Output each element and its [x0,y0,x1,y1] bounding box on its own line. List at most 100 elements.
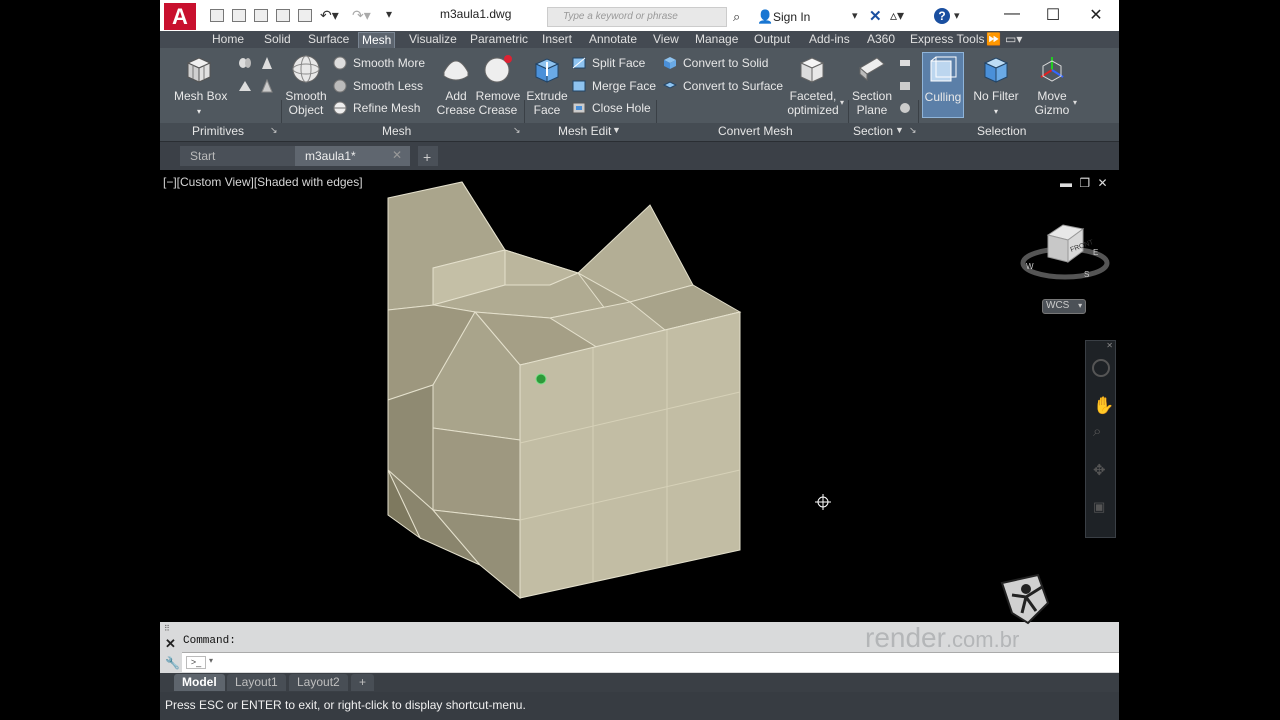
panel-title-convert-mesh[interactable]: Convert Mesh [718,124,793,138]
wcs-dropdown-icon[interactable]: ▾ [1078,301,1082,310]
section-plane-button[interactable]: Section Plane [847,89,897,117]
tab-solid[interactable]: Solid [261,32,294,46]
faceted-optimized-button[interactable]: Faceted, optimized [783,89,843,117]
sign-in-dropdown-icon[interactable]: ▾ [852,9,858,22]
selection-grip[interactable] [535,373,547,385]
plot-icon[interactable] [298,9,312,22]
merge-face-button[interactable]: Merge Face [592,79,656,93]
move-gizmo-dropdown-icon[interactable]: ▾ [1073,98,1077,107]
file-tab-start[interactable]: Start [180,146,295,166]
add-jog-icon[interactable] [898,79,912,93]
tab-output[interactable]: Output [751,32,793,46]
no-filter-button[interactable]: No Filter ▾ [970,89,1022,119]
tab-a360[interactable]: A360 [864,32,898,46]
tab-home[interactable]: Home [209,32,247,46]
no-filter-dropdown-icon[interactable]: ▾ [994,107,998,116]
mesh-pyramid-icon[interactable] [260,79,274,93]
layout-tab-model[interactable]: Model [174,674,225,691]
viewcube[interactable] [1018,215,1113,290]
binoculars-icon[interactable]: ⌕ [733,9,740,25]
redo-icon[interactable]: ↷▾ [352,7,371,24]
tab-surface[interactable]: Surface [305,32,352,46]
remove-crease-button[interactable]: Remove Crease [473,89,523,117]
more-tabs-icon[interactable]: ⏩ [986,32,1001,46]
viewcube-left-face[interactable] [1047,234,1069,263]
exchange-icon[interactable]: ✕ [869,7,882,25]
panel-title-primitives[interactable]: Primitives [192,124,244,138]
panel-title-mesh[interactable]: Mesh [382,124,411,138]
save-as-icon[interactable] [276,9,290,22]
mesh-model[interactable] [160,170,1119,622]
autodesk-app-icon[interactable]: ▵▾ [890,7,904,24]
command-input[interactable]: >_ ▾ [182,652,1119,672]
layout-tab-layout1[interactable]: Layout1 [227,674,286,691]
file-tab-document[interactable]: m3aula1* ✕ [295,146,410,166]
help-dropdown-icon[interactable]: ▾ [954,9,960,22]
tab-annotate[interactable]: Annotate [586,32,640,46]
window-minimize-button[interactable]: — [997,5,1027,23]
mesh-edit-dropdown-icon[interactable]: ▼ [612,125,621,135]
window-maximize-button[interactable]: ☐ [1038,5,1068,25]
steering-wheel-icon[interactable] [1092,359,1110,377]
move-gizmo-button[interactable]: Move Gizmo [1027,89,1077,117]
extrude-face-button[interactable]: Extrude Face [522,89,572,117]
mesh-cylinder-icon[interactable] [238,56,252,70]
tab-parametric[interactable]: Parametric [467,32,531,46]
smooth-object-button[interactable]: Smooth Object [278,89,334,117]
compass-e[interactable]: E [1093,248,1098,257]
tab-manage[interactable]: Manage [692,32,741,46]
close-hole-button[interactable]: Close Hole [592,101,651,115]
new-layout-button[interactable]: + [351,674,375,691]
convert-to-surface-button[interactable]: Convert to Surface [683,79,783,93]
new-file-tab-button[interactable]: + [418,146,438,166]
drawing-viewport[interactable]: [−][Custom View][Shaded with edges] ▬ ❐ … [160,170,1119,622]
help-icon[interactable]: ? [934,8,950,24]
panel-title-mesh-edit[interactable]: Mesh Edit [558,124,611,138]
file-tab-close-icon[interactable]: ✕ [392,148,402,162]
panel-title-section[interactable]: Section [853,124,893,138]
app-logo[interactable]: A [164,3,196,30]
tab-express-tools[interactable]: Express Tools [907,32,987,46]
section-dropdown-icon[interactable]: ▼ [895,125,904,135]
panel-title-selection[interactable]: Selection [977,124,1026,138]
mesh-box-dropdown-icon[interactable]: ▾ [197,107,201,116]
zoom-icon[interactable]: ⌕ [1093,423,1101,440]
faceted-dropdown-icon[interactable]: ▾ [840,98,844,107]
command-grip-icon[interactable]: ⠿ [164,624,170,633]
convert-to-solid-button[interactable]: Convert to Solid [683,56,768,70]
search-input[interactable]: Type a keyword or phrase [547,7,727,27]
orbit-icon[interactable]: ✥ [1093,461,1106,479]
smooth-more-button[interactable]: Smooth More [353,56,425,70]
open-icon[interactable] [232,9,246,22]
tab-visualize[interactable]: Visualize [406,32,460,46]
sign-in-button[interactable]: Sign In [773,10,810,24]
tab-mesh[interactable]: Mesh [358,32,396,48]
layout-tab-layout2[interactable]: Layout2 [289,674,348,691]
compass-s[interactable]: S [1084,270,1089,279]
mesh-box-button[interactable]: Mesh Box ▾ [174,89,227,119]
refine-mesh-button[interactable]: Refine Mesh [353,101,420,115]
smooth-less-button[interactable]: Smooth Less [353,79,423,93]
undo-icon[interactable]: ↶▾ [320,7,339,24]
mesh-cone-icon[interactable] [260,56,274,70]
navbar-close-icon[interactable]: ✕ [1106,341,1113,350]
culling-button[interactable]: Culling [922,52,964,118]
section-settings-icon[interactable] [898,101,912,115]
ribbon-display-toggle-icon[interactable]: ▭▾ [1005,32,1022,46]
pan-icon[interactable]: ✋ [1093,396,1114,416]
new-icon[interactable] [210,9,224,22]
tab-insert[interactable]: Insert [539,32,575,46]
command-prompt-icon[interactable]: >_ [186,656,206,669]
command-close-icon[interactable]: ✕ [165,636,176,652]
split-face-button[interactable]: Split Face [592,56,645,70]
wcs-menu[interactable]: WCS ▾ [1042,299,1086,314]
tab-view[interactable]: View [650,32,682,46]
section-launcher-icon[interactable]: ↘ [909,125,917,136]
mesh-launcher-icon[interactable]: ↘ [513,125,521,136]
tab-add-ins[interactable]: Add-ins [806,32,853,46]
command-customize-icon[interactable]: 🔧 [165,656,180,670]
live-section-icon[interactable] [898,56,912,70]
primitives-launcher-icon[interactable]: ↘ [270,125,278,136]
command-recent-dropdown-icon[interactable]: ▾ [209,656,213,665]
compass-w[interactable]: W [1026,262,1034,271]
